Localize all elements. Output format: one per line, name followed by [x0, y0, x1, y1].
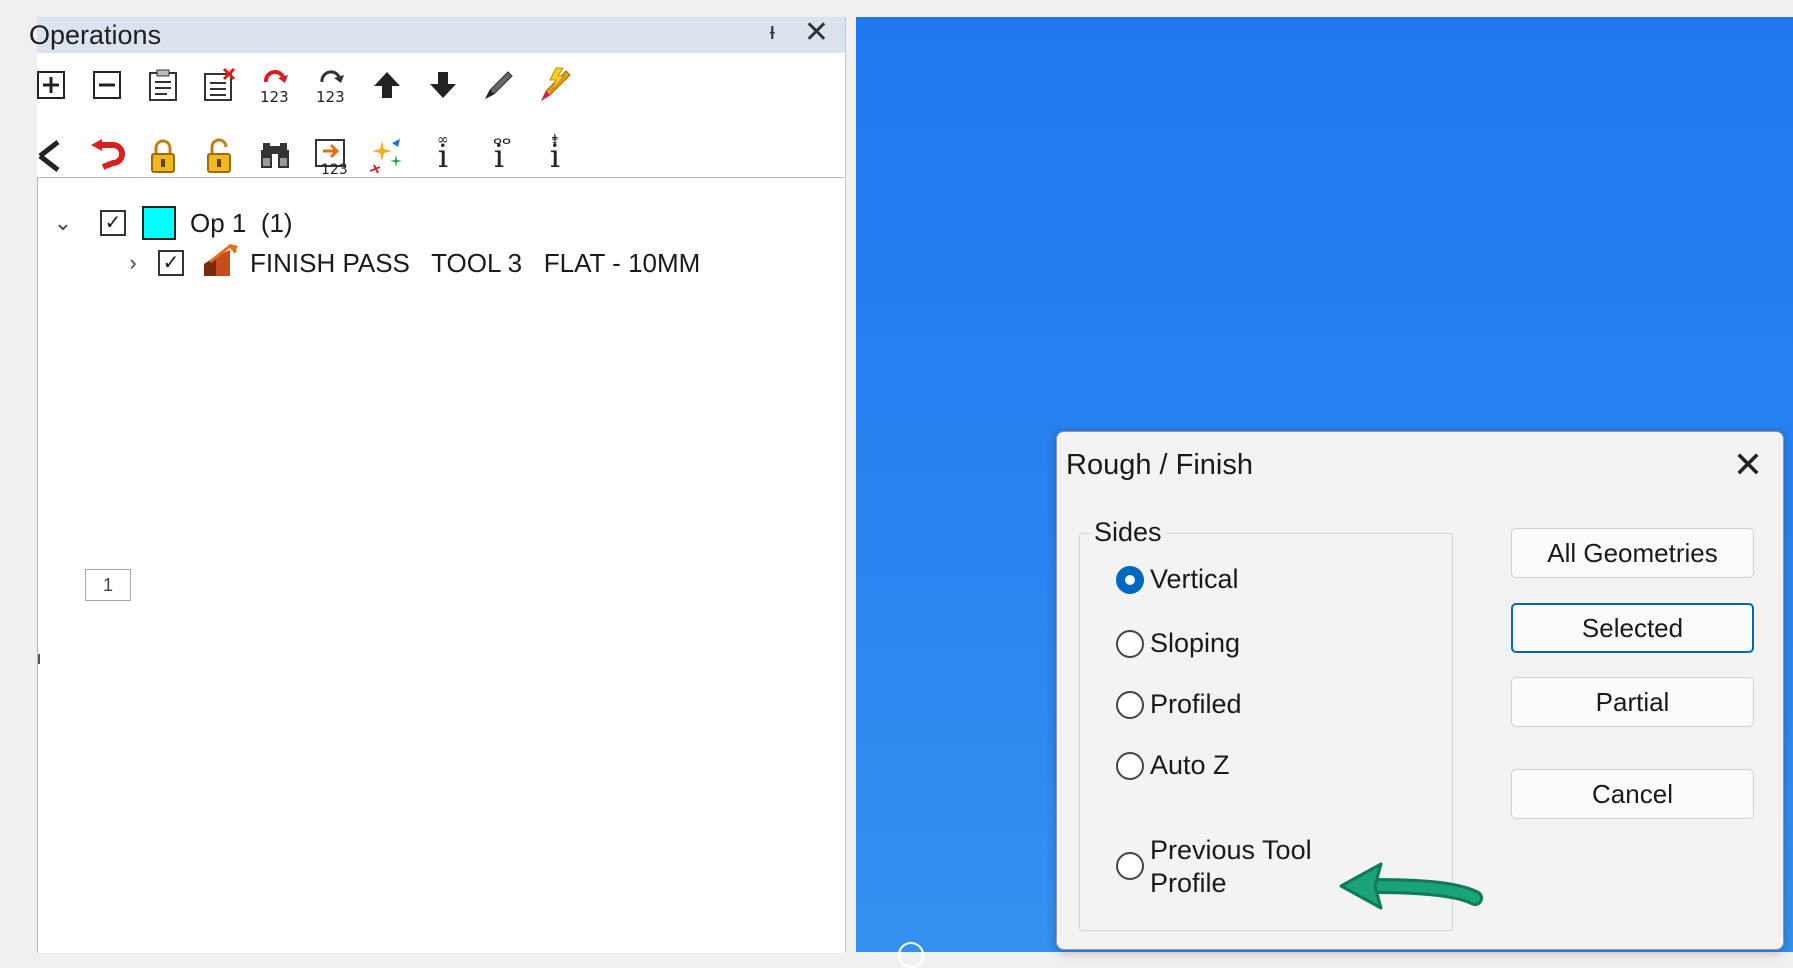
- radio-profiled-button[interactable]: [1116, 690, 1144, 719]
- close-panel-icon[interactable]: ✕: [804, 15, 829, 50]
- operations-toolbar-bottom: 123 i ∞ i ⴰⴰ i ⇟: [31, 132, 591, 178]
- renumber-123-icon[interactable]: 123: [255, 65, 295, 105]
- radio-sloping-label: Sloping: [1150, 628, 1241, 658]
- svg-text:123: 123: [260, 88, 289, 104]
- sides-group-label: Sides: [1091, 517, 1165, 548]
- green-annotation-arrow: [1339, 862, 1483, 910]
- panel-edge-mark: [38, 654, 40, 664]
- operations-toolbar-top: 123 123: [31, 63, 591, 107]
- plus-box-icon[interactable]: [31, 65, 71, 105]
- binoculars-icon[interactable]: [255, 136, 295, 176]
- radio-vertical[interactable]: Vertical: [1116, 564, 1239, 595]
- operations-title: Operations: [29, 19, 162, 50]
- operations-tree: ⌄ ✓ Op 1 (1) › ✓ FINISH PASS TOOL 3 FLAT…: [37, 177, 844, 953]
- radio-auto-z-button[interactable]: [1116, 751, 1144, 780]
- renumber-123-alt-icon[interactable]: 123: [311, 65, 351, 105]
- cancel-button[interactable]: Cancel: [1511, 769, 1754, 819]
- delete-list-icon[interactable]: [199, 65, 239, 105]
- close-icon[interactable]: ✕: [1733, 444, 1763, 486]
- radio-vertical-label: Vertical: [1150, 564, 1239, 594]
- radio-vertical-button[interactable]: [1116, 565, 1144, 594]
- prevtool-label-line1: Previous Tool: [1150, 835, 1312, 865]
- pencil-icon[interactable]: [479, 65, 519, 105]
- dialog-title: Rough / Finish: [1066, 449, 1253, 481]
- radio-profiled-label: Profiled: [1150, 689, 1242, 719]
- pin-icon[interactable]: ᵻ: [770, 18, 775, 46]
- lock-icon[interactable]: [143, 136, 183, 176]
- svg-text:123: 123: [316, 88, 345, 104]
- info-link-icon[interactable]: i ∞: [423, 132, 463, 176]
- page-number-badge: 1: [85, 569, 131, 601]
- op1-checkbox[interactable]: ✓: [100, 210, 126, 236]
- op1-color-swatch: [142, 206, 176, 240]
- lightning-pencil-icon[interactable]: [535, 65, 575, 105]
- prevtool-label-line2: Profile: [1150, 868, 1227, 898]
- viewport-origin-marker: [898, 942, 924, 968]
- k-icon[interactable]: [31, 136, 71, 176]
- arrow-down-icon[interactable]: [423, 65, 463, 105]
- list-123-icon[interactable]: 123: [311, 136, 351, 176]
- op1-label: Op 1 (1): [190, 207, 293, 238]
- partial-button[interactable]: Partial: [1511, 677, 1754, 727]
- chevron-right-icon[interactable]: ›: [118, 250, 148, 276]
- radio-profiled[interactable]: Profiled: [1116, 689, 1242, 720]
- info-binoculars-icon[interactable]: i ⴰⴰ: [479, 132, 519, 176]
- selected-button[interactable]: Selected: [1511, 603, 1754, 653]
- radio-sloping-button[interactable]: [1116, 629, 1144, 658]
- tree-row-op1[interactable]: ⌄ ✓ Op 1 (1): [48, 206, 293, 240]
- undo-icon[interactable]: [87, 136, 127, 176]
- radio-previous-tool-profile[interactable]: Previous Tool Profile: [1116, 834, 1312, 900]
- radio-previous-tool-profile-label: Previous Tool Profile: [1150, 834, 1312, 900]
- svg-text:123: 123: [321, 162, 348, 175]
- chevron-down-icon[interactable]: ⌄: [48, 210, 78, 236]
- clipboard-icon[interactable]: [143, 65, 183, 105]
- unlock-icon[interactable]: [199, 136, 239, 176]
- radio-auto-z-label: Auto Z: [1150, 750, 1230, 780]
- radio-auto-z[interactable]: Auto Z: [1116, 750, 1230, 781]
- minus-box-icon[interactable]: [87, 65, 127, 105]
- info-binoculars-arrow-icon[interactable]: i ⇟: [535, 132, 575, 176]
- finish-pass-icon: [200, 242, 240, 285]
- radio-previous-tool-profile-button[interactable]: [1116, 852, 1144, 880]
- operations-titlebar: Operations ᵻ ✕: [29, 15, 845, 53]
- finish-pass-label: FINISH PASS TOOL 3 FLAT - 10MM: [250, 247, 701, 278]
- arrow-up-icon[interactable]: [367, 65, 407, 105]
- radio-sloping[interactable]: Sloping: [1116, 628, 1240, 659]
- finish-pass-checkbox[interactable]: ✓: [158, 250, 184, 276]
- all-geometries-button[interactable]: All Geometries: [1511, 528, 1754, 578]
- sparkle-icon[interactable]: [367, 136, 407, 176]
- tree-row-finish-pass[interactable]: › ✓ FINISH PASS TOOL 3 FLAT - 10MM: [118, 243, 701, 280]
- operations-panel: Operations ᵻ ✕ 123 123 123 i ∞ i ⴰⴰ i ⇟ …: [29, 15, 846, 953]
